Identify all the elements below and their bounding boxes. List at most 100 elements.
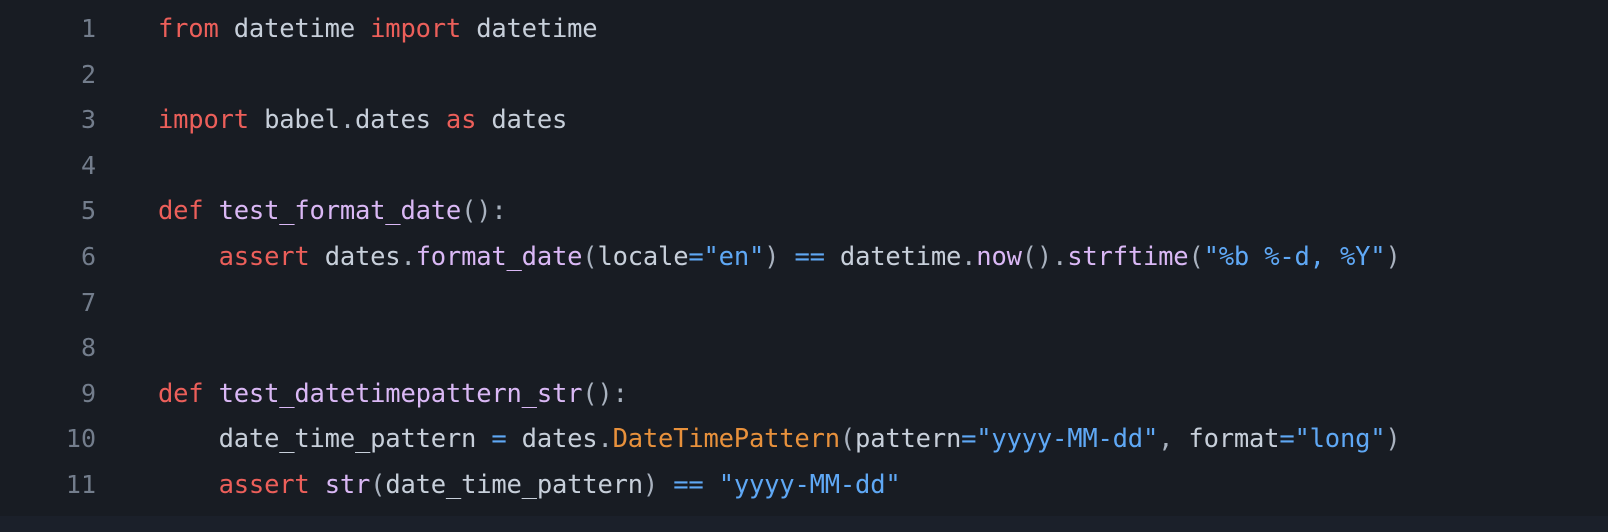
line-content[interactable]: def test_datetimepattern_str():: [96, 372, 628, 418]
code-token: dates: [521, 424, 598, 455]
code-line[interactable]: 10 date_time_pattern = dates.DateTimePat…: [0, 416, 1608, 462]
code-token: format_date: [415, 241, 583, 272]
code-line[interactable]: 7: [0, 280, 1608, 326]
code-token: .: [597, 424, 613, 455]
line-content[interactable]: from datetime import datetime: [96, 7, 598, 53]
line-number: 1: [80, 14, 96, 43]
code-token: dates: [491, 105, 568, 136]
code-token: ,: [1158, 424, 1174, 455]
code-line[interactable]: 6 assert dates.format_date(locale="en") …: [0, 234, 1608, 280]
code-token: .: [1052, 241, 1068, 272]
code-line[interactable]: 11 assert str(date_time_pattern) == "yyy…: [0, 462, 1608, 508]
code-token: as: [445, 105, 477, 136]
code-token: test_format_date: [218, 196, 462, 227]
code-line[interactable]: 2: [0, 52, 1608, 98]
code-token: =: [491, 424, 507, 455]
code-token: pattern: [855, 424, 962, 455]
code-line[interactable]: 9 def test_datetimepattern_str():: [0, 371, 1608, 417]
code-token: ): [1385, 241, 1401, 272]
code-token: "long": [1294, 424, 1386, 455]
line-number: 11: [65, 469, 96, 499]
code-token: (): [1021, 241, 1053, 272]
code-token: datetime: [839, 241, 962, 272]
code-line[interactable]: 4: [0, 143, 1608, 189]
line-content[interactable]: import babel.dates as dates: [96, 98, 567, 144]
code-token: (: [1188, 241, 1204, 272]
line-number: 6: [80, 241, 96, 271]
code-token: format: [1188, 424, 1280, 455]
code-token: date_time_pattern: [218, 424, 477, 455]
code-token: =: [961, 424, 977, 455]
code-token: str: [324, 469, 371, 500]
code-token: (: [370, 469, 386, 500]
editor-bottom-bar: [0, 516, 1608, 532]
line-content[interactable]: assert str(date_time_pattern) == "yyyy-M…: [96, 463, 901, 509]
code-token: .: [961, 241, 977, 272]
line-number: 10: [65, 424, 96, 454]
code-token: :: [612, 378, 628, 409]
code-token: "en": [703, 241, 765, 272]
code-token: :: [491, 196, 507, 227]
line-content[interactable]: def test_format_date():: [96, 189, 507, 235]
code-editor[interactable]: 1 from datetime import datetime 2 3 import b…: [0, 0, 1608, 532]
code-token: now: [976, 241, 1022, 272]
code-token: import: [158, 105, 249, 136]
code-token: (: [582, 241, 598, 272]
code-token: strftime: [1067, 241, 1189, 272]
code-token: import: [370, 14, 462, 44]
code-line[interactable]: 5 def test_format_date():: [0, 188, 1608, 234]
code-token: datetime: [233, 14, 355, 44]
code-token: ): [764, 241, 780, 272]
code-token: .: [400, 241, 416, 272]
code-token: assert: [218, 241, 310, 272]
code-token: "yyyy-MM-dd": [718, 469, 901, 500]
code-token: datetime: [476, 14, 598, 44]
code-lines-container[interactable]: 1 from datetime import datetime 2 3 import b…: [0, 0, 1608, 532]
code-token: "%b %-d, %Y": [1203, 241, 1386, 272]
code-token: (: [839, 424, 856, 455]
code-token: ): [1385, 424, 1401, 455]
code-token: from: [158, 14, 219, 44]
code-token: date_time_pattern: [385, 469, 643, 500]
code-token: def: [158, 378, 204, 409]
code-token: assert: [218, 469, 310, 500]
code-token: "yyyy-MM-dd": [976, 424, 1159, 455]
code-token: ): [642, 469, 659, 500]
line-number: 9: [80, 378, 96, 408]
code-token: locale: [597, 241, 689, 272]
code-token: ==: [794, 241, 825, 272]
code-token: babel: [264, 105, 340, 136]
code-token: .: [339, 105, 355, 136]
code-line[interactable]: 3 import babel.dates as dates: [0, 97, 1608, 143]
line-number: 2: [80, 59, 96, 89]
line-content[interactable]: date_time_pattern = dates.DateTimePatter…: [96, 417, 1401, 463]
line-content[interactable]: assert dates.format_date(locale="en") ==…: [96, 235, 1401, 281]
code-line[interactable]: 8: [0, 325, 1608, 371]
line-number: 8: [80, 333, 96, 363]
code-token: ==: [673, 469, 704, 500]
code-token: =: [1279, 424, 1295, 455]
code-line[interactable]: 1 from datetime import datetime: [0, 6, 1608, 52]
code-token: def: [158, 196, 204, 227]
code-token: test_datetimepattern_str: [218, 378, 583, 409]
code-token: dates: [324, 241, 401, 272]
